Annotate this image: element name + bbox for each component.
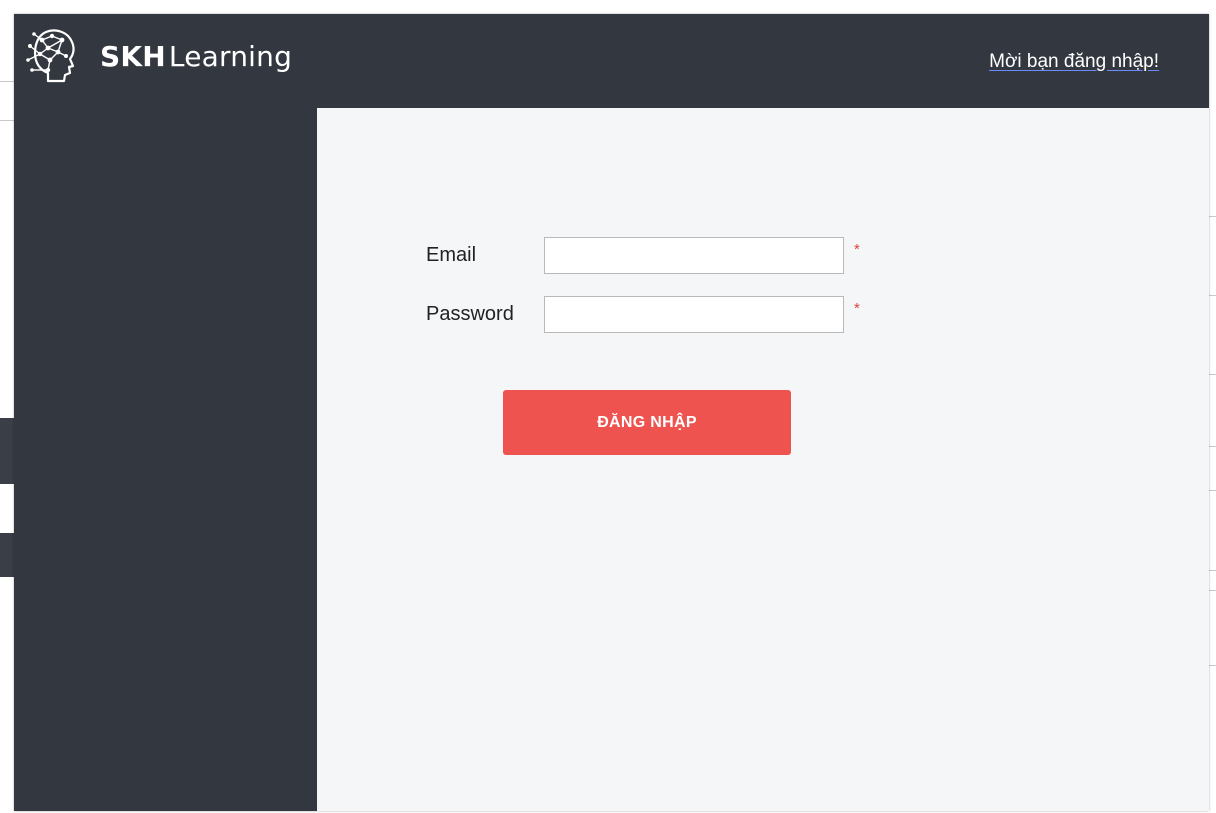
brand-name-bold: SKH [100,40,166,73]
brand-name: SKH Learning [100,39,292,71]
background-divider [1209,295,1216,296]
background-divider [1209,374,1216,375]
brand-name-rest: Learning [168,40,293,73]
brand-logo[interactable]: SKH Learning [26,26,292,84]
background-dark-block [0,533,14,577]
login-modal: SKH Learning Mời bạn đăng nhập! Email * P… [14,14,1209,811]
brain-head-logo-icon [26,29,75,83]
background-divider [1209,216,1216,217]
background-divider [1209,446,1216,447]
password-input[interactable] [544,296,844,333]
background-divider [0,81,14,82]
background-dark-block [0,418,14,484]
background-divider [1209,590,1216,591]
background-divider [0,120,14,121]
login-prompt-link[interactable]: Mời bạn đăng nhập! [989,51,1159,73]
email-required-marker: * [854,241,860,258]
password-label: Password [426,303,514,325]
modal-header: SKH Learning Mời bạn đăng nhập! [14,14,1209,108]
page: SKH Learning Mời bạn đăng nhập! Email * P… [0,0,1216,813]
login-content-panel: Email * Password * ĐĂNG NHẬP [317,108,1209,811]
background-divider [1209,490,1216,491]
email-row: Email * [426,237,860,274]
email-input[interactable] [544,237,844,274]
background-divider [1209,665,1216,666]
email-label: Email [426,244,477,266]
login-submit-button[interactable]: ĐĂNG NHẬP [503,390,791,455]
background-divider [1209,570,1216,571]
password-row: Password * [426,296,860,333]
password-required-marker: * [854,300,860,317]
